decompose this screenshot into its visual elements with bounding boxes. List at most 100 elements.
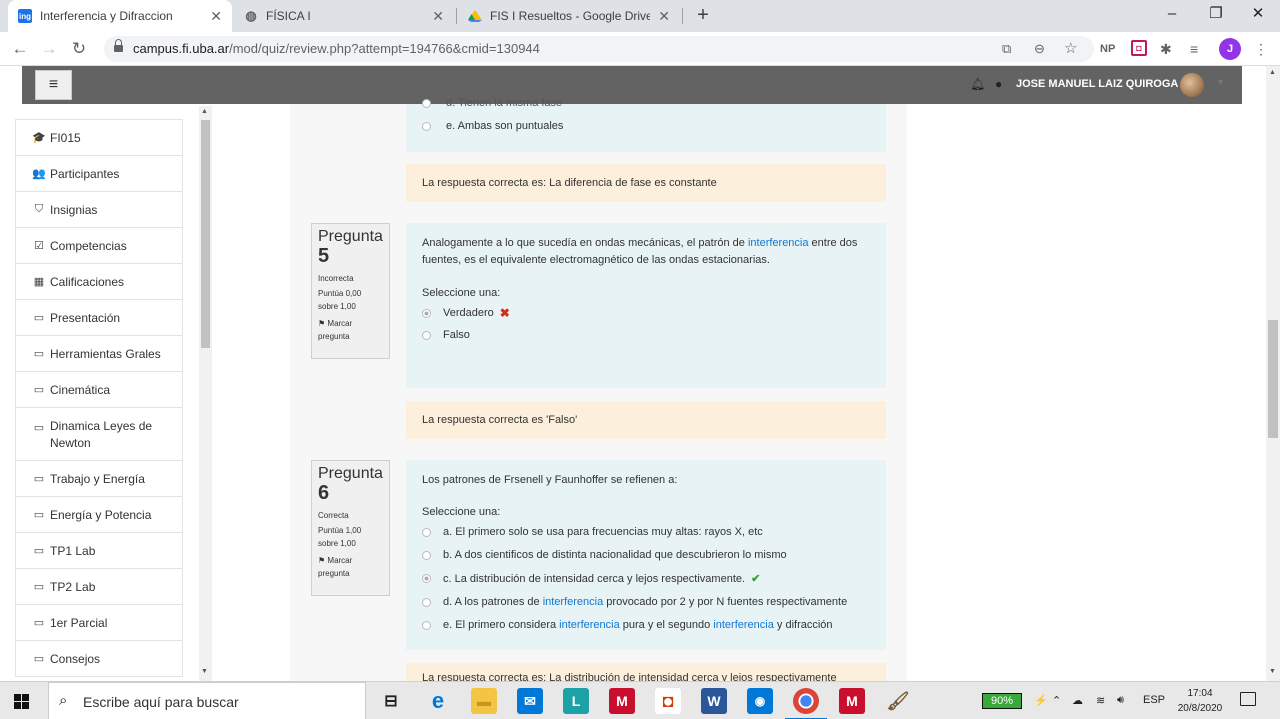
drawer-item-trabajo[interactable]: ▭ Trabajo y Energía [15,460,183,497]
windows-start-icon[interactable] [14,694,29,709]
tab-drive[interactable]: FIS I Resueltos - Google Drive ✕ [458,0,680,32]
flag-question-link[interactable]: ⚑ Marcar pregunta [318,554,383,580]
radio-button[interactable] [422,597,431,607]
volume-icon[interactable]: 🔊︎ [1117,694,1124,707]
file-explorer-icon[interactable]: ▬ [471,688,497,714]
drawer-item-fi015[interactable]: 🎓 FI015 [15,119,183,156]
mail-icon[interactable]: ✉ [517,688,543,714]
drawer-item-dinamica[interactable]: ▭ Dinamica Leyes de Newton [15,407,183,461]
drawer-toggle-menu-icon[interactable]: ≡ [35,70,72,100]
radio-button[interactable] [422,330,431,340]
task-view-icon[interactable]: ⊟ [378,688,404,714]
language-indicator[interactable]: ESP [1143,694,1165,706]
drawer-item-cinematica[interactable]: ▭ Cinemática [15,371,183,408]
page-scroll-thumb[interactable] [1268,320,1278,438]
glossary-link[interactable]: interferencia [748,237,809,249]
radio-button[interactable] [422,308,431,318]
answer-option-a[interactable]: a. El primero solo se usa para frecuenci… [422,526,763,538]
drawer-scrollbar[interactable]: ▲ ▼ [199,106,212,681]
drawer-scroll-thumb[interactable] [201,120,210,348]
answer-option-e[interactable]: e. El primero considera interferencia pu… [422,619,833,631]
drawer-item-insignias[interactable]: ⛉ Insignias [15,191,183,228]
restore-icon[interactable]: ❐ [1196,0,1236,30]
close-tab-icon[interactable]: ✕ [432,8,444,25]
new-tab-plus-icon[interactable]: + [692,4,714,26]
onedrive-cloud-icon[interactable]: ☁ [1072,694,1083,707]
notification-center-icon[interactable] [1240,692,1256,706]
folder-icon: ▭ [33,473,45,485]
address-bar[interactable]: campus.fi.uba.ar/mod/quiz/review.php?att… [104,36,1094,62]
battery-indicator[interactable]: 90% [982,693,1022,709]
radio-button[interactable] [422,550,431,560]
outlook-icon[interactable]: ◉ [747,688,773,714]
scroll-up-arrow-icon[interactable]: ▲ [201,108,208,115]
drawer-item-competencias[interactable]: ☑ Competencias [15,227,183,264]
flag-question-link[interactable]: ⚑ Marcar pregunta [318,317,383,343]
glossary-link[interactable]: interferencia [543,596,604,608]
power-plug-icon[interactable]: ⚡ [1034,694,1048,707]
zoom-icon[interactable]: ⊖ [1034,40,1045,58]
answer-option-falso[interactable]: Falso [422,329,470,341]
close-tab-icon[interactable]: ✕ [658,8,670,25]
drawer-item-presentacion[interactable]: ▭ Presentación [15,299,183,336]
drawer-item-participantes[interactable]: 👥 Participantes [15,155,183,192]
user-avatar[interactable] [1180,73,1204,97]
mcafee-shield-icon[interactable]: M [609,688,635,714]
drawer-item-calificaciones[interactable]: ▦ Calificaciones [15,263,183,300]
user-menu-caret-icon[interactable]: ▾ [1218,77,1223,88]
chevron-up-icon[interactable]: ⌃ [1052,694,1061,707]
user-menu-name[interactable]: JOSE MANUEL LAIZ QUIROGA [1016,78,1178,90]
paint-icon[interactable]: 🖌︎ [885,688,911,714]
scroll-down-arrow-icon[interactable]: ▼ [1269,668,1276,675]
radio-button[interactable] [422,527,431,537]
bookmark-star-icon[interactable]: ☆ [1064,40,1077,58]
page-scrollbar[interactable]: ▲ ▼ [1266,66,1280,681]
drawer-item-tp2[interactable]: ▭ TP2 Lab [15,568,183,605]
shield-extension-icon[interactable]: ◘ [1131,40,1147,56]
answer-option-verdadero[interactable]: Verdadero ✖ [422,306,510,320]
radio-button[interactable] [422,98,431,108]
reload-icon[interactable]: ↻ [68,38,90,60]
translate-icon[interactable]: ⧉ [1002,40,1011,58]
answer-option-c[interactable]: c. La distribución de intensidad cerca y… [422,572,760,585]
drawer-item-energia[interactable]: ▭ Energía y Potencia [15,496,183,533]
office-icon[interactable]: ◘ [655,688,681,714]
forward-arrow-icon[interactable]: → [38,38,60,60]
answer-option-d[interactable]: d. A los patrones de interferencia provo… [422,596,847,608]
radio-button[interactable] [422,121,431,131]
radio-button[interactable] [422,574,431,583]
back-arrow-icon[interactable]: ← [9,38,31,60]
answer-option[interactable]: e. Ambas son puntuales [422,120,563,132]
drawer-item-tp1[interactable]: ▭ TP1 Lab [15,532,183,569]
glossary-link[interactable]: interferencia [559,619,620,631]
answer-option-b[interactable]: b. A dos cientificos de distinta naciona… [422,549,787,561]
close-tab-icon[interactable]: ✕ [210,8,222,25]
messages-chat-icon[interactable]: ● [995,77,1002,91]
taskbar-search-box[interactable]: ⌕ Escribe aquí para buscar [48,682,366,719]
chrome-icon[interactable] [785,688,827,719]
radio-button[interactable] [422,620,431,630]
scroll-up-arrow-icon[interactable]: ▲ [1269,69,1276,76]
notifications-bell-icon[interactable]: 🔔︎ [970,77,985,91]
word-icon[interactable]: W [701,688,727,714]
tab-fisica[interactable]: ◍ FÍSICA I ✕ [234,0,454,32]
wifi-icon[interactable]: ≋ [1096,694,1105,707]
close-window-icon[interactable]: ✕ [1238,0,1278,30]
np-extension-icon[interactable]: NP [1100,40,1115,58]
scroll-down-arrow-icon[interactable]: ▼ [201,668,208,675]
glossary-link[interactable]: interferencia [713,619,774,631]
edge-browser-icon[interactable]: e [425,688,451,714]
profile-avatar[interactable]: J [1219,38,1241,60]
mcafee-icon[interactable]: M [839,688,865,714]
puzzle-extensions-icon[interactable]: ✱ [1160,40,1172,58]
drawer-item-consejos[interactable]: ▭ Consejos [15,640,183,677]
taskbar-clock[interactable]: 17:04 20/8/2020 [1170,686,1230,716]
l-app-icon[interactable]: L [563,688,589,714]
drawer-item-parcial[interactable]: ▭ 1er Parcial [15,604,183,641]
chrome-menu-icon[interactable]: ⋮ [1254,40,1268,58]
drawer-item-herramientas[interactable]: ▭ Herramientas Grales [15,335,183,372]
minimize-icon[interactable]: – [1152,0,1192,30]
tab-interferencia[interactable]: ing Interferencia y Difraccion ✕ [8,0,232,32]
answer-option[interactable]: d. Tienen la misma fase [422,97,562,109]
media-queue-icon[interactable]: ≡ [1190,40,1198,58]
